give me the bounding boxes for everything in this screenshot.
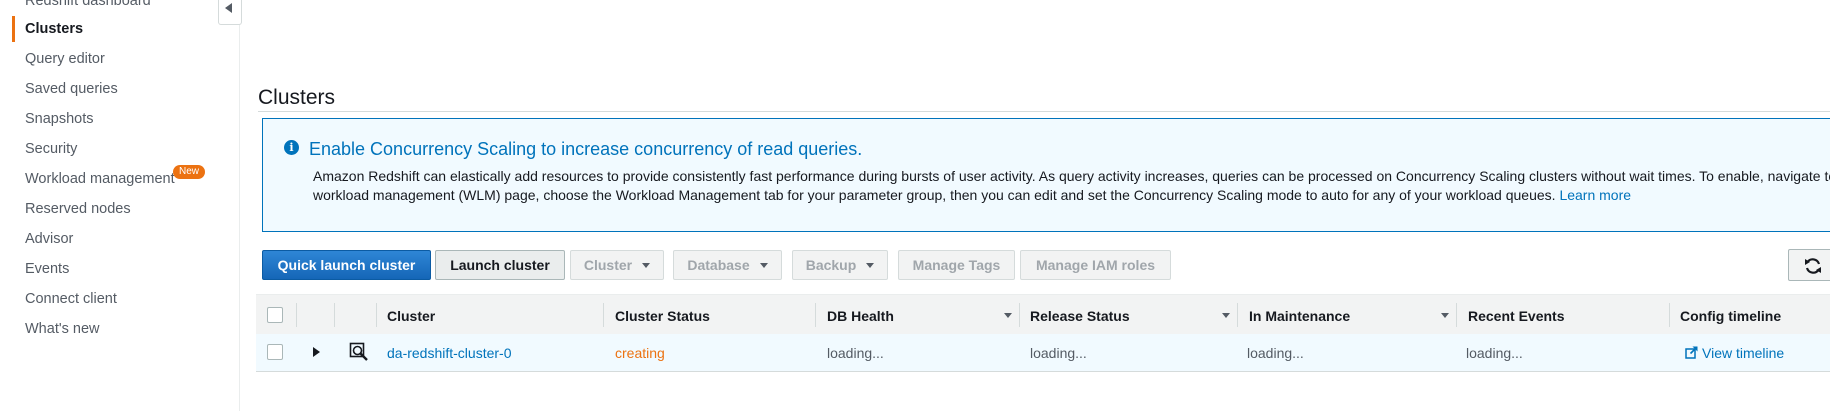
chevron-down-icon xyxy=(642,262,651,268)
info-banner: i Enable Concurrency Scaling to increase… xyxy=(262,118,1830,232)
sidebar-item-events[interactable]: Events xyxy=(25,261,69,277)
column-header-cluster-status[interactable]: Cluster Status xyxy=(615,308,710,324)
refresh-icon xyxy=(1805,257,1821,274)
info-icon: i xyxy=(284,140,299,155)
sidebar-item-reserved-nodes[interactable]: Reserved nodes xyxy=(25,201,131,217)
sidebar-item-whats-new[interactable]: What's new xyxy=(25,321,100,337)
column-header-config-timeline[interactable]: Config timeline xyxy=(1680,308,1781,324)
sidebar-item-saved-queries[interactable]: Saved queries xyxy=(25,81,118,97)
backup-dropdown-button[interactable]: Backup xyxy=(792,250,888,280)
info-banner-title: Enable Concurrency Scaling to increase c… xyxy=(309,139,863,159)
sidebar-item-advisor[interactable]: Advisor xyxy=(25,231,73,247)
launch-cluster-button[interactable]: Launch cluster xyxy=(435,250,565,280)
cluster-status: creating xyxy=(615,345,665,361)
row-checkbox[interactable] xyxy=(267,344,283,360)
column-separator xyxy=(1237,303,1238,327)
database-dropdown-button[interactable]: Database xyxy=(673,250,782,280)
active-indicator xyxy=(12,16,15,42)
database-dropdown-label: Database xyxy=(687,257,750,273)
select-all-checkbox[interactable] xyxy=(267,307,283,323)
sidebar-item-snapshots[interactable]: Snapshots xyxy=(25,111,94,127)
table-header: Cluster Cluster Status DB Health Release… xyxy=(256,294,1830,336)
info-banner-text: Amazon Redshift can elastically add reso… xyxy=(313,167,1830,204)
learn-more-link[interactable]: Learn more xyxy=(1559,187,1631,203)
in-maintenance-value: loading... xyxy=(1247,345,1304,361)
sidebar-item-redshift-dashboard[interactable]: Redshift dashboard xyxy=(25,0,151,9)
column-header-cluster[interactable]: Cluster xyxy=(387,308,435,324)
column-separator xyxy=(1019,303,1020,327)
column-separator xyxy=(1669,303,1670,327)
backup-dropdown-label: Backup xyxy=(805,257,857,273)
column-separator xyxy=(603,303,604,327)
sidebar-item-clusters[interactable]: Clusters xyxy=(25,21,83,37)
column-header-recent-events[interactable]: Recent Events xyxy=(1468,308,1564,324)
external-link-icon xyxy=(1685,346,1698,359)
column-separator xyxy=(815,303,816,327)
column-header-release-status[interactable]: Release Status xyxy=(1030,308,1130,324)
table-row[interactable]: da-redshift-cluster-0 creating loading..… xyxy=(256,334,1830,372)
sidebar-item-connect-client[interactable]: Connect client xyxy=(25,291,117,307)
sidebar: Redshift dashboard Clusters Query editor… xyxy=(0,0,242,411)
manage-iam-roles-button[interactable]: Manage IAM roles xyxy=(1020,250,1171,280)
db-health-value: loading... xyxy=(827,345,884,361)
chevron-down-icon xyxy=(866,262,875,268)
column-separator xyxy=(296,303,297,327)
sidebar-item-security[interactable]: Security xyxy=(25,141,77,157)
sort-dropdown-icon[interactable] xyxy=(1222,313,1230,318)
release-status-value: loading... xyxy=(1030,345,1087,361)
column-separator xyxy=(376,303,377,327)
column-separator xyxy=(334,303,335,327)
expand-row-icon[interactable] xyxy=(313,347,320,357)
sidebar-item-workload-management[interactable]: Workload management xyxy=(25,171,175,187)
sort-dropdown-icon[interactable] xyxy=(1004,313,1012,318)
page-title: Clusters xyxy=(258,86,336,109)
cluster-dropdown-label: Cluster xyxy=(583,257,633,273)
manage-tags-button[interactable]: Manage Tags xyxy=(898,250,1015,280)
sidebar-item-query-editor[interactable]: Query editor xyxy=(25,51,105,67)
cluster-name-link[interactable]: da-redshift-cluster-0 xyxy=(387,345,512,361)
chevron-down-icon xyxy=(759,262,768,268)
zoom-details-icon[interactable] xyxy=(349,342,369,362)
new-badge: New xyxy=(173,165,206,179)
column-header-db-health[interactable]: DB Health xyxy=(827,308,894,324)
refresh-button[interactable] xyxy=(1788,249,1830,281)
recent-events-value: loading... xyxy=(1466,345,1523,361)
sort-dropdown-icon[interactable] xyxy=(1441,313,1449,318)
sidebar-collapse-button[interactable] xyxy=(218,0,242,25)
title-divider xyxy=(258,111,1830,112)
quick-launch-cluster-button[interactable]: Quick launch cluster xyxy=(262,250,431,280)
column-separator xyxy=(1456,303,1457,327)
column-header-in-maintenance[interactable]: In Maintenance xyxy=(1249,308,1350,324)
cluster-dropdown-button[interactable]: Cluster xyxy=(570,250,664,280)
view-timeline-link[interactable]: View timeline xyxy=(1702,345,1784,361)
